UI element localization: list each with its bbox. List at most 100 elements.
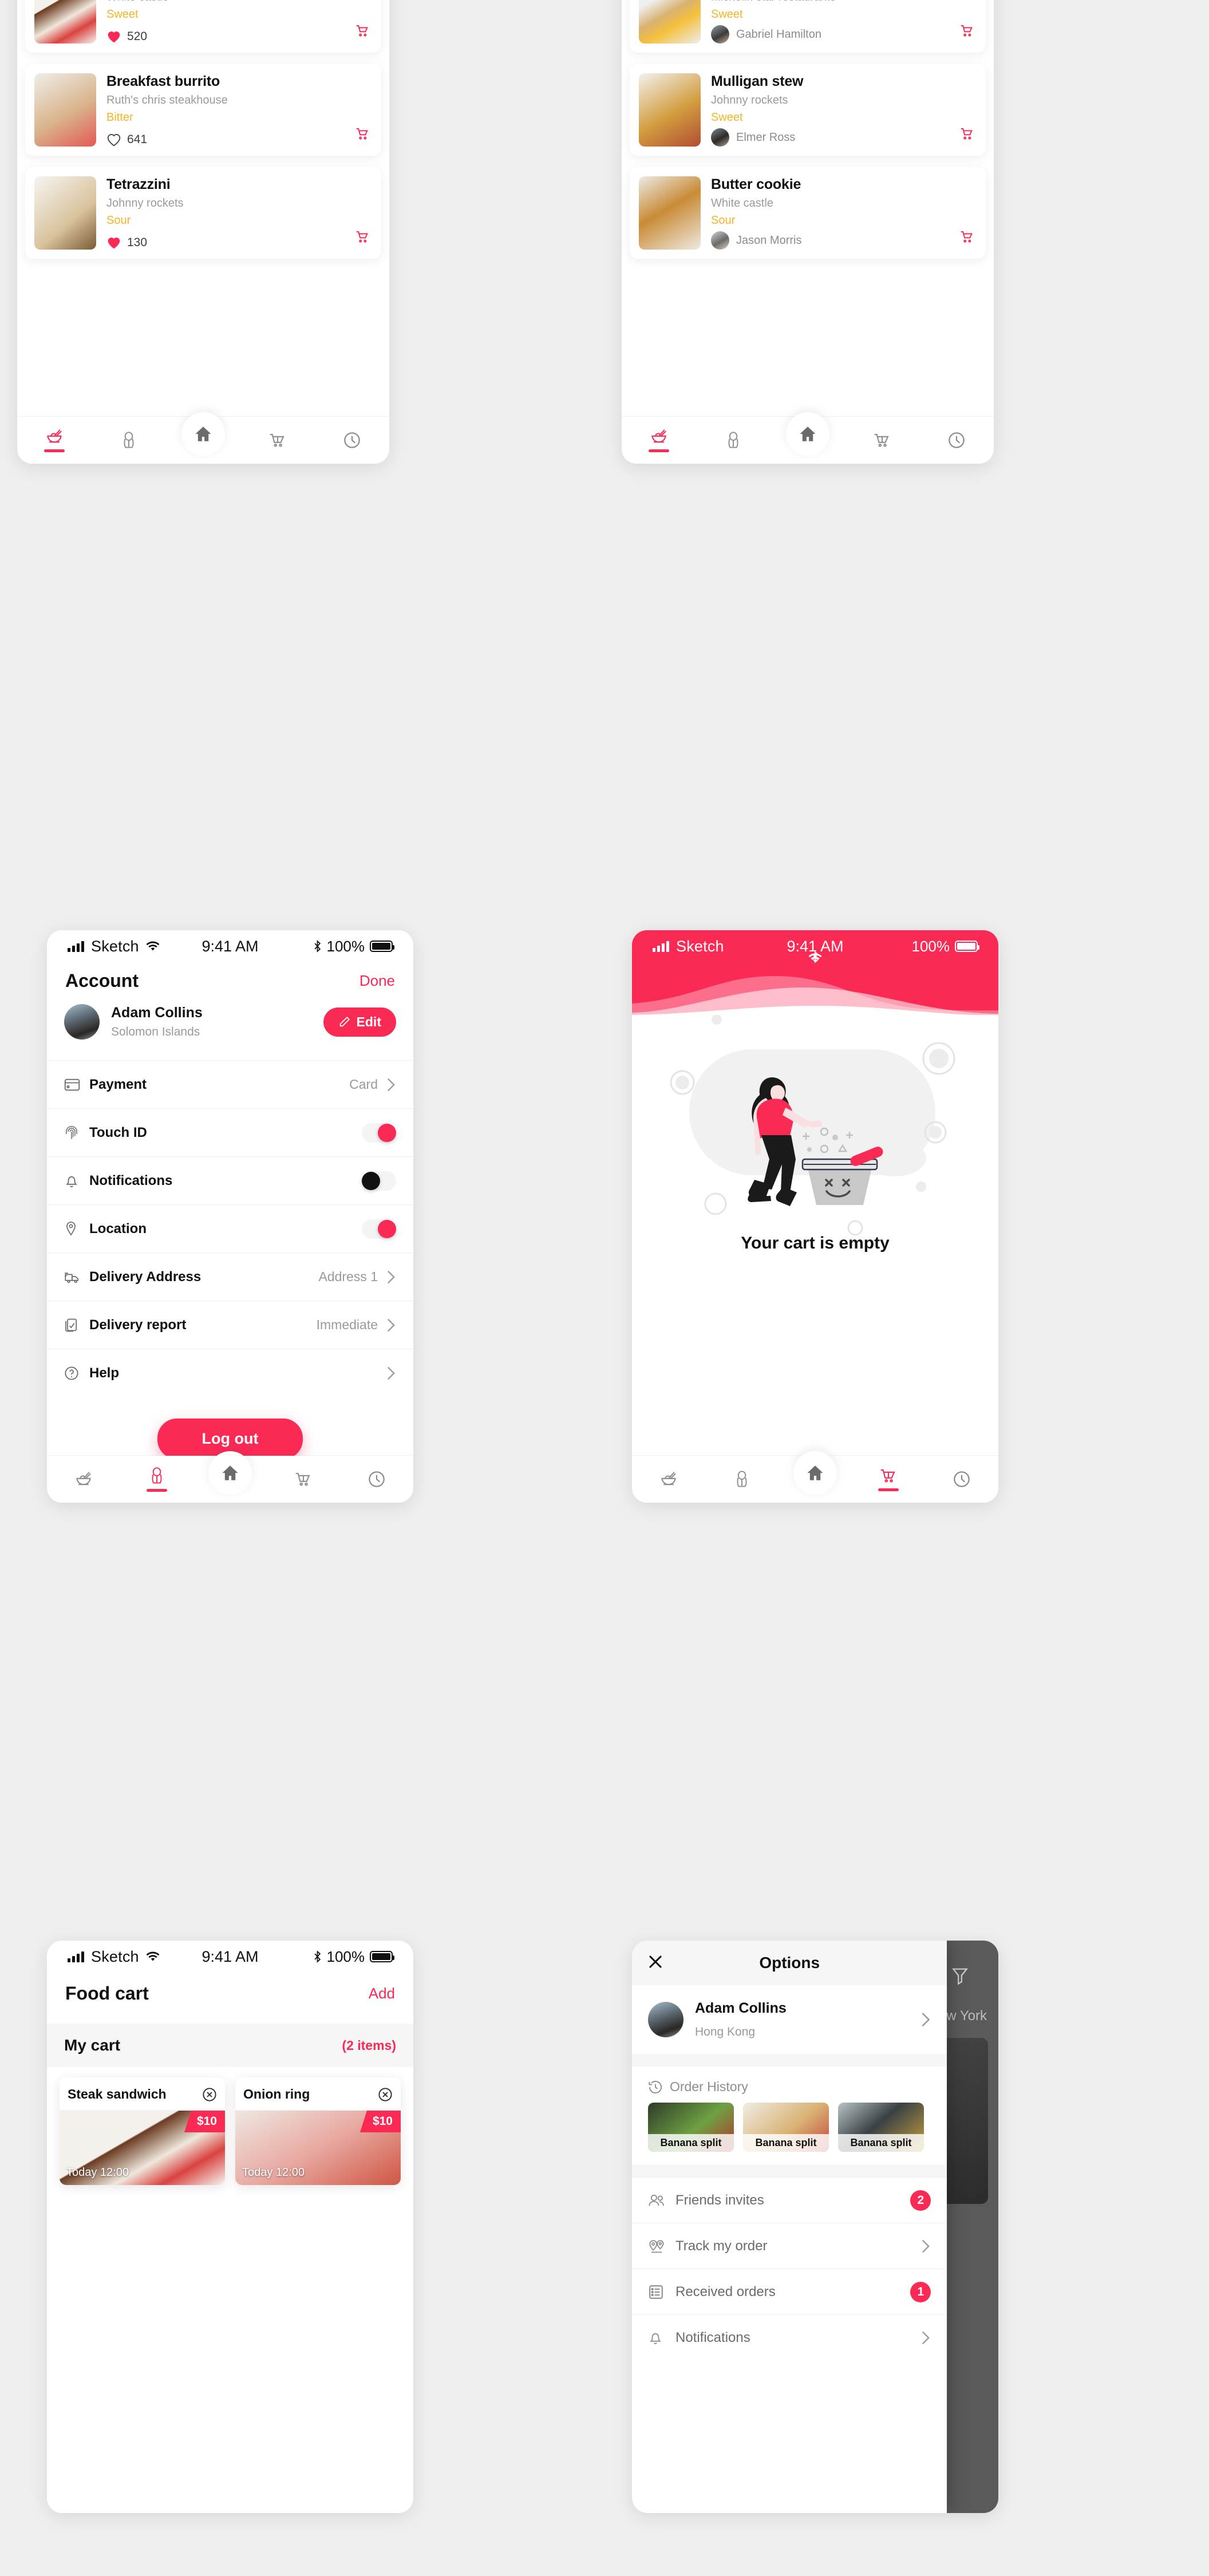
tab-food[interactable] (17, 417, 92, 464)
like-count-value: 520 (127, 30, 148, 43)
screen-empty-cart: Sketch 9:41 AM 100% Your cart is empty (632, 930, 998, 1503)
edit-profile-button[interactable]: Edit (323, 1007, 396, 1037)
food-card[interactable]: Chocolate chip cookies White castle Swee… (25, 0, 381, 53)
home-icon (807, 1465, 823, 1480)
tab-history[interactable] (919, 417, 994, 464)
tab-food[interactable] (632, 1456, 705, 1503)
tab-profile[interactable] (705, 1456, 779, 1503)
history-item[interactable]: Banana split (743, 2103, 829, 2152)
home-bubble (181, 412, 225, 456)
price-badge: $10 (359, 2111, 401, 2132)
bottom-tab-bar[interactable] (17, 412, 389, 464)
tab-history[interactable] (925, 1456, 998, 1503)
notifications-toggle[interactable] (362, 1171, 396, 1191)
add-to-cart-button[interactable] (958, 22, 974, 41)
add-to-cart-button[interactable] (354, 22, 370, 41)
food-title: Mulligan stew (711, 73, 804, 89)
drawer-row-track-my-order[interactable]: Track my order (632, 2223, 947, 2269)
food-title: Butter cookie (711, 176, 801, 192)
tab-cart[interactable] (267, 1456, 340, 1503)
screen-account: Sketch 9:41 AM 100% Account Done Adam Co… (47, 930, 413, 1503)
tab-profile[interactable] (92, 417, 166, 464)
like-count[interactable]: 130 (106, 236, 147, 250)
tab-food[interactable] (622, 417, 696, 464)
tab-food[interactable] (47, 1456, 120, 1503)
settings-row-help[interactable]: Help (47, 1349, 413, 1397)
touch-id-toggle[interactable] (362, 1123, 396, 1143)
cart-item-card[interactable]: Steak sandwich $10 Today 12:00 (60, 2077, 225, 2185)
history-item[interactable]: Banana split (648, 2103, 734, 2152)
fingerprint-icon (64, 1125, 89, 1141)
history-item[interactable]: Banana split (838, 2103, 924, 2152)
signal-icon (653, 941, 669, 952)
settings-row-delivery-address[interactable]: Delivery Address Address 1 (47, 1253, 413, 1301)
bottom-tab-bar[interactable] (47, 1451, 413, 1503)
drawer-row-friends-invites[interactable]: Friends invites 2 (632, 2177, 947, 2223)
settings-label: Payment (89, 1076, 147, 1092)
remove-item-button[interactable] (378, 2087, 393, 2102)
clock-icon (344, 432, 360, 448)
avatar (711, 128, 729, 147)
cart-item-image: $10 Today 12:00 (235, 2111, 401, 2185)
tab-home[interactable] (166, 412, 240, 464)
food-cart-header: Food cart Add (47, 1973, 413, 2024)
remove-item-button[interactable] (202, 2087, 217, 2102)
food-flavor-tag: Sour (106, 214, 131, 227)
pink-header: Sketch 9:41 AM 100% (632, 930, 998, 1015)
history-item-label: Banana split (648, 2134, 734, 2152)
bottom-tab-bar[interactable] (632, 1451, 998, 1503)
bottom-tab-bar[interactable] (622, 412, 994, 464)
food-card-list[interactable]: Michelin star restaurants Salt 450 (17, 0, 389, 259)
tab-cart[interactable] (852, 1456, 925, 1503)
add-to-cart-button[interactable] (354, 125, 370, 144)
like-count[interactable]: 641 (106, 133, 147, 147)
add-to-cart-button[interactable] (958, 125, 974, 144)
food-flavor-tag: Bitter (106, 111, 133, 124)
settings-row-touch-id[interactable]: Touch ID (47, 1108, 413, 1156)
cart-item-card[interactable]: Onion ring $10 Today 12:00 (235, 2077, 401, 2185)
section-divider (632, 2164, 947, 2177)
tab-history[interactable] (340, 1456, 413, 1503)
food-card[interactable]: Breakfast burrito Ruth's chris steakhous… (25, 64, 381, 156)
settings-row-location[interactable]: Location (47, 1204, 413, 1253)
drawer-user-row[interactable]: Adam Collins Hong Kong (632, 1985, 947, 2054)
chef-name: Jason Morris (736, 234, 802, 247)
settings-value: Address 1 (318, 1269, 378, 1284)
filter-icon[interactable] (951, 1967, 969, 1988)
add-to-cart-button[interactable] (354, 228, 370, 247)
tab-home[interactable] (771, 412, 845, 464)
tab-profile[interactable] (120, 1456, 193, 1503)
food-thumbnail (639, 0, 701, 44)
avatar (648, 2002, 683, 2037)
chevron-right-icon (920, 2012, 931, 2028)
add-button[interactable]: Add (369, 1985, 395, 2002)
location-toggle[interactable] (362, 1219, 396, 1239)
like-count-value: 130 (127, 236, 148, 249)
add-to-cart-button[interactable] (958, 228, 974, 247)
food-card[interactable]: Eggs neptune Michelin star restaurants S… (630, 0, 986, 53)
done-button[interactable]: Done (359, 972, 395, 990)
tab-home[interactable] (779, 1451, 852, 1503)
tab-profile[interactable] (696, 417, 771, 464)
cart-item-time: Today 12:00 (66, 2166, 129, 2179)
settings-row-delivery-report[interactable]: Delivery report Immediate (47, 1301, 413, 1349)
tab-cart[interactable] (240, 417, 315, 464)
tab-home[interactable] (193, 1451, 267, 1503)
chef-food-card-list[interactable]: Ruth's chris steakhouse bitter Lucas Gom… (622, 0, 994, 259)
chef-icon (728, 432, 738, 448)
food-card[interactable]: Butter cookie White castle Sour Jason Mo… (630, 167, 986, 259)
tab-cart[interactable] (845, 417, 919, 464)
account-header: Account Done (47, 962, 413, 1004)
like-count[interactable]: 520 (106, 30, 147, 44)
order-history-list[interactable]: Banana split Banana split Banana split (632, 2103, 947, 2164)
carrier-label: Sketch (91, 1947, 139, 1965)
history-item-label: Banana split (743, 2134, 829, 2152)
profile-row[interactable]: Adam Collins Solomon Islands Edit (47, 1004, 413, 1060)
settings-row-payment[interactable]: Payment Card (47, 1060, 413, 1108)
drawer-row-notifications[interactable]: Notifications (632, 2314, 947, 2360)
drawer-row-received-orders[interactable]: Received orders 1 (632, 2269, 947, 2314)
food-card[interactable]: Mulligan stew Johnny rockets Sweet Elmer… (630, 64, 986, 156)
settings-row-notifications[interactable]: Notifications (47, 1156, 413, 1204)
food-card[interactable]: Tetrazzini Johnny rockets Sour 130 (25, 167, 381, 259)
tab-history[interactable] (315, 417, 389, 464)
